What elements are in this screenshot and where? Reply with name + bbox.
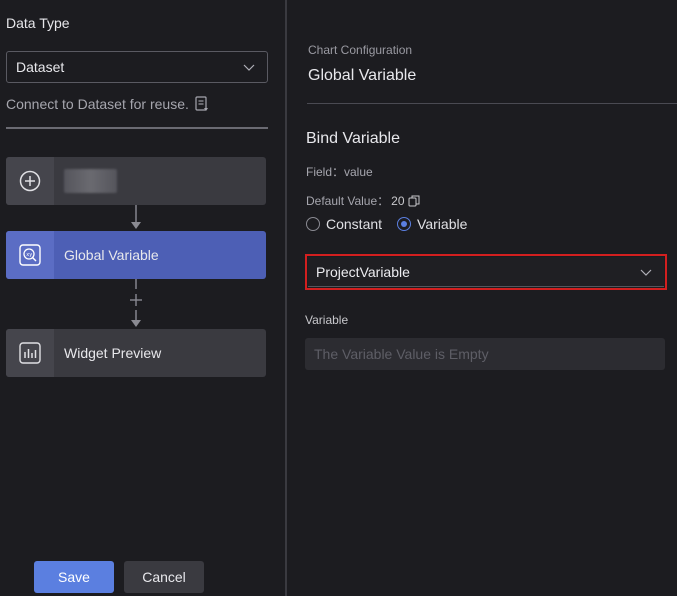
chevron-down-icon xyxy=(243,64,255,71)
radio-variable-label: Variable xyxy=(417,216,468,232)
connector-line xyxy=(135,279,137,289)
insert-plus-icon[interactable] xyxy=(128,292,144,308)
radio-variable-circle[interactable] xyxy=(397,217,412,231)
save-button[interactable]: Save xyxy=(34,561,114,593)
right-divider xyxy=(307,103,677,104)
variable-select[interactable]: ProjectVariable xyxy=(308,257,664,287)
left-panel: Data Type Dataset Connect to Dataset for… xyxy=(0,0,286,596)
variable-select-value: ProjectVariable xyxy=(316,263,410,280)
right-panel: Chart Configuration Global Variable Bind… xyxy=(287,0,677,596)
document-icon[interactable] xyxy=(195,96,209,112)
cancel-button[interactable]: Cancel xyxy=(124,561,204,593)
blurred-label xyxy=(64,169,117,193)
add-node-icon-box xyxy=(6,157,54,205)
section-title: Global Variable xyxy=(308,67,417,84)
global-variable-icon-box: xy xyxy=(6,231,54,279)
default-value: 20 xyxy=(391,193,405,208)
data-type-select[interactable]: Dataset xyxy=(6,51,268,83)
variable-placeholder: The Variable Value is Empty xyxy=(314,346,489,362)
global-variable-node[interactable]: xy Global Variable xyxy=(6,231,266,279)
value-type-radio-group: Constant Variable xyxy=(306,216,482,232)
default-value-row: Default Value： 20 xyxy=(306,192,420,209)
connect-dataset-hint: Connect to Dataset for reuse. xyxy=(6,96,209,112)
radio-constant[interactable]: Constant xyxy=(306,216,382,232)
radio-constant-label: Constant xyxy=(326,216,383,232)
radio-constant-circle[interactable] xyxy=(306,217,320,231)
variable-label: Variable xyxy=(305,313,349,327)
field-text: Field：value xyxy=(306,165,373,179)
app-root: Data Type Dataset Connect to Dataset for… xyxy=(0,0,677,596)
add-circle-icon xyxy=(19,170,41,192)
connector-line xyxy=(135,310,137,320)
radio-variable[interactable]: Variable xyxy=(397,216,467,232)
chart-preview-icon xyxy=(19,342,41,364)
data-type-label: Data Type xyxy=(6,15,70,31)
variable-value-input[interactable]: The Variable Value is Empty xyxy=(305,338,665,370)
data-type-value: Dataset xyxy=(16,59,65,75)
widget-preview-icon-box xyxy=(6,329,54,377)
copy-icon[interactable] xyxy=(408,195,420,207)
add-node[interactable] xyxy=(6,157,266,205)
connector-line xyxy=(135,205,137,222)
left-divider xyxy=(6,127,268,129)
global-variable-node-label: Global Variable xyxy=(64,247,159,263)
widget-preview-node[interactable]: Widget Preview xyxy=(6,329,266,377)
widget-preview-node-label: Widget Preview xyxy=(64,345,162,361)
svg-text:xy: xy xyxy=(26,252,32,258)
connector-arrow xyxy=(131,222,141,229)
bind-variable-title: Bind Variable xyxy=(306,130,400,147)
default-value-label: Default Value： xyxy=(306,194,390,208)
connect-text: Connect to Dataset for reuse. xyxy=(6,96,189,112)
section-caption: Chart Configuration xyxy=(308,43,413,57)
global-variable-icon: xy xyxy=(19,244,41,266)
connector-arrow xyxy=(131,320,141,327)
chevron-down-icon xyxy=(640,269,652,276)
